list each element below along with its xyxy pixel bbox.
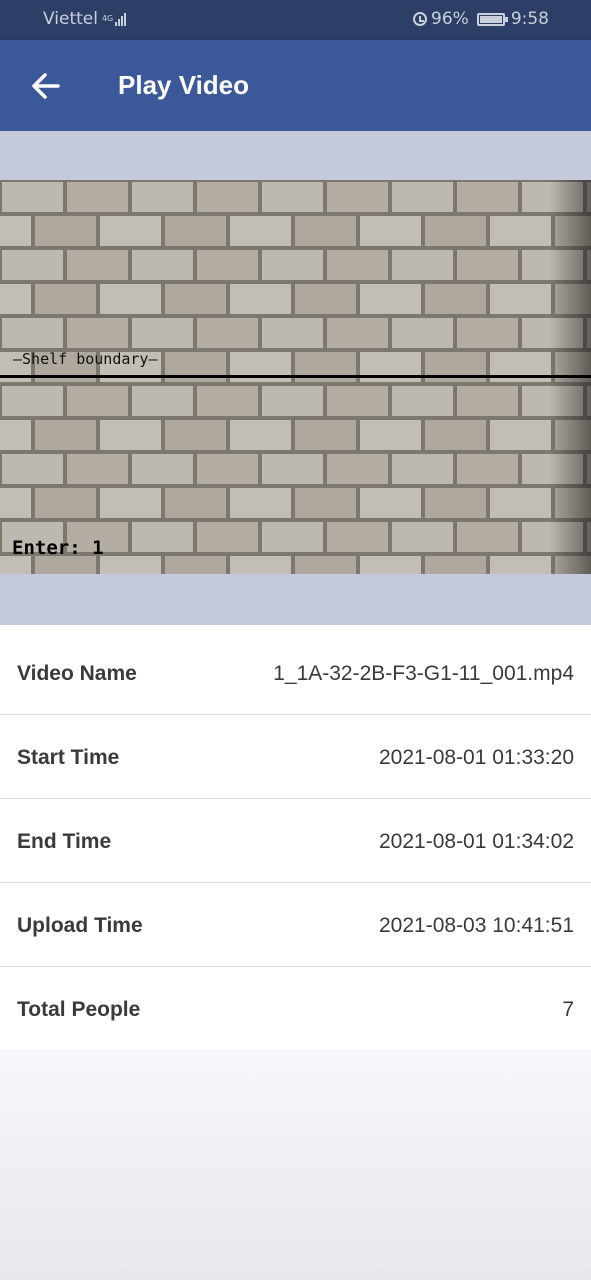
video-frame[interactable]: —Shelf boundary— Enter: 1 [0,180,591,574]
detail-value: 2021-08-01 01:33:20 [379,746,574,769]
detail-value: 2021-08-01 01:34:02 [379,830,574,853]
battery-icon [476,12,508,26]
shelf-boundary-label: —Shelf boundary— [13,350,158,368]
video-details: Video Name 1_1A-32-2B-F3-G1-11_001.mp4 S… [0,631,591,1051]
signal-icon [115,12,127,26]
detail-row-total-people: Total People 7 [0,967,591,1051]
detail-value: 1_1A-32-2B-F3-G1-11_001.mp4 [273,662,574,685]
detail-label: Start Time [17,746,120,769]
alarm-icon [413,12,428,26]
app-bar: Play Video [0,40,591,131]
status-bar: Viettel 4G 96% 9:58 [0,0,591,40]
detail-row-video-name: Video Name 1_1A-32-2B-F3-G1-11_001.mp4 [0,631,591,715]
detail-value: 7 [562,998,574,1021]
arrow-left-icon [32,73,60,99]
shelf-boundary-line [0,375,591,378]
page-title: Play Video [118,70,250,100]
battery-percent: 96% [431,9,469,29]
empty-area [0,1050,591,1280]
detail-label: Video Name [17,662,137,685]
video-player[interactable]: —Shelf boundary— Enter: 1 [0,131,591,625]
status-left: Viettel 4G [43,9,127,29]
detail-row-end-time: End Time 2021-08-01 01:34:02 [0,799,591,883]
detail-label: End Time [17,830,112,853]
back-button[interactable] [26,66,66,106]
detail-value: 2021-08-03 10:41:51 [379,914,574,937]
detail-row-upload-time: Upload Time 2021-08-03 10:41:51 [0,883,591,967]
detail-row-start-time: Start Time 2021-08-01 01:33:20 [0,715,591,799]
enter-counter: Enter: 1 [12,537,104,559]
carrier-name: Viettel [43,9,98,29]
detail-label: Upload Time [17,914,143,937]
status-right: 96% 9:58 [413,9,549,29]
clock: 9:58 [510,9,549,29]
detail-label: Total People [17,998,141,1021]
network-type: 4G [101,14,114,23]
